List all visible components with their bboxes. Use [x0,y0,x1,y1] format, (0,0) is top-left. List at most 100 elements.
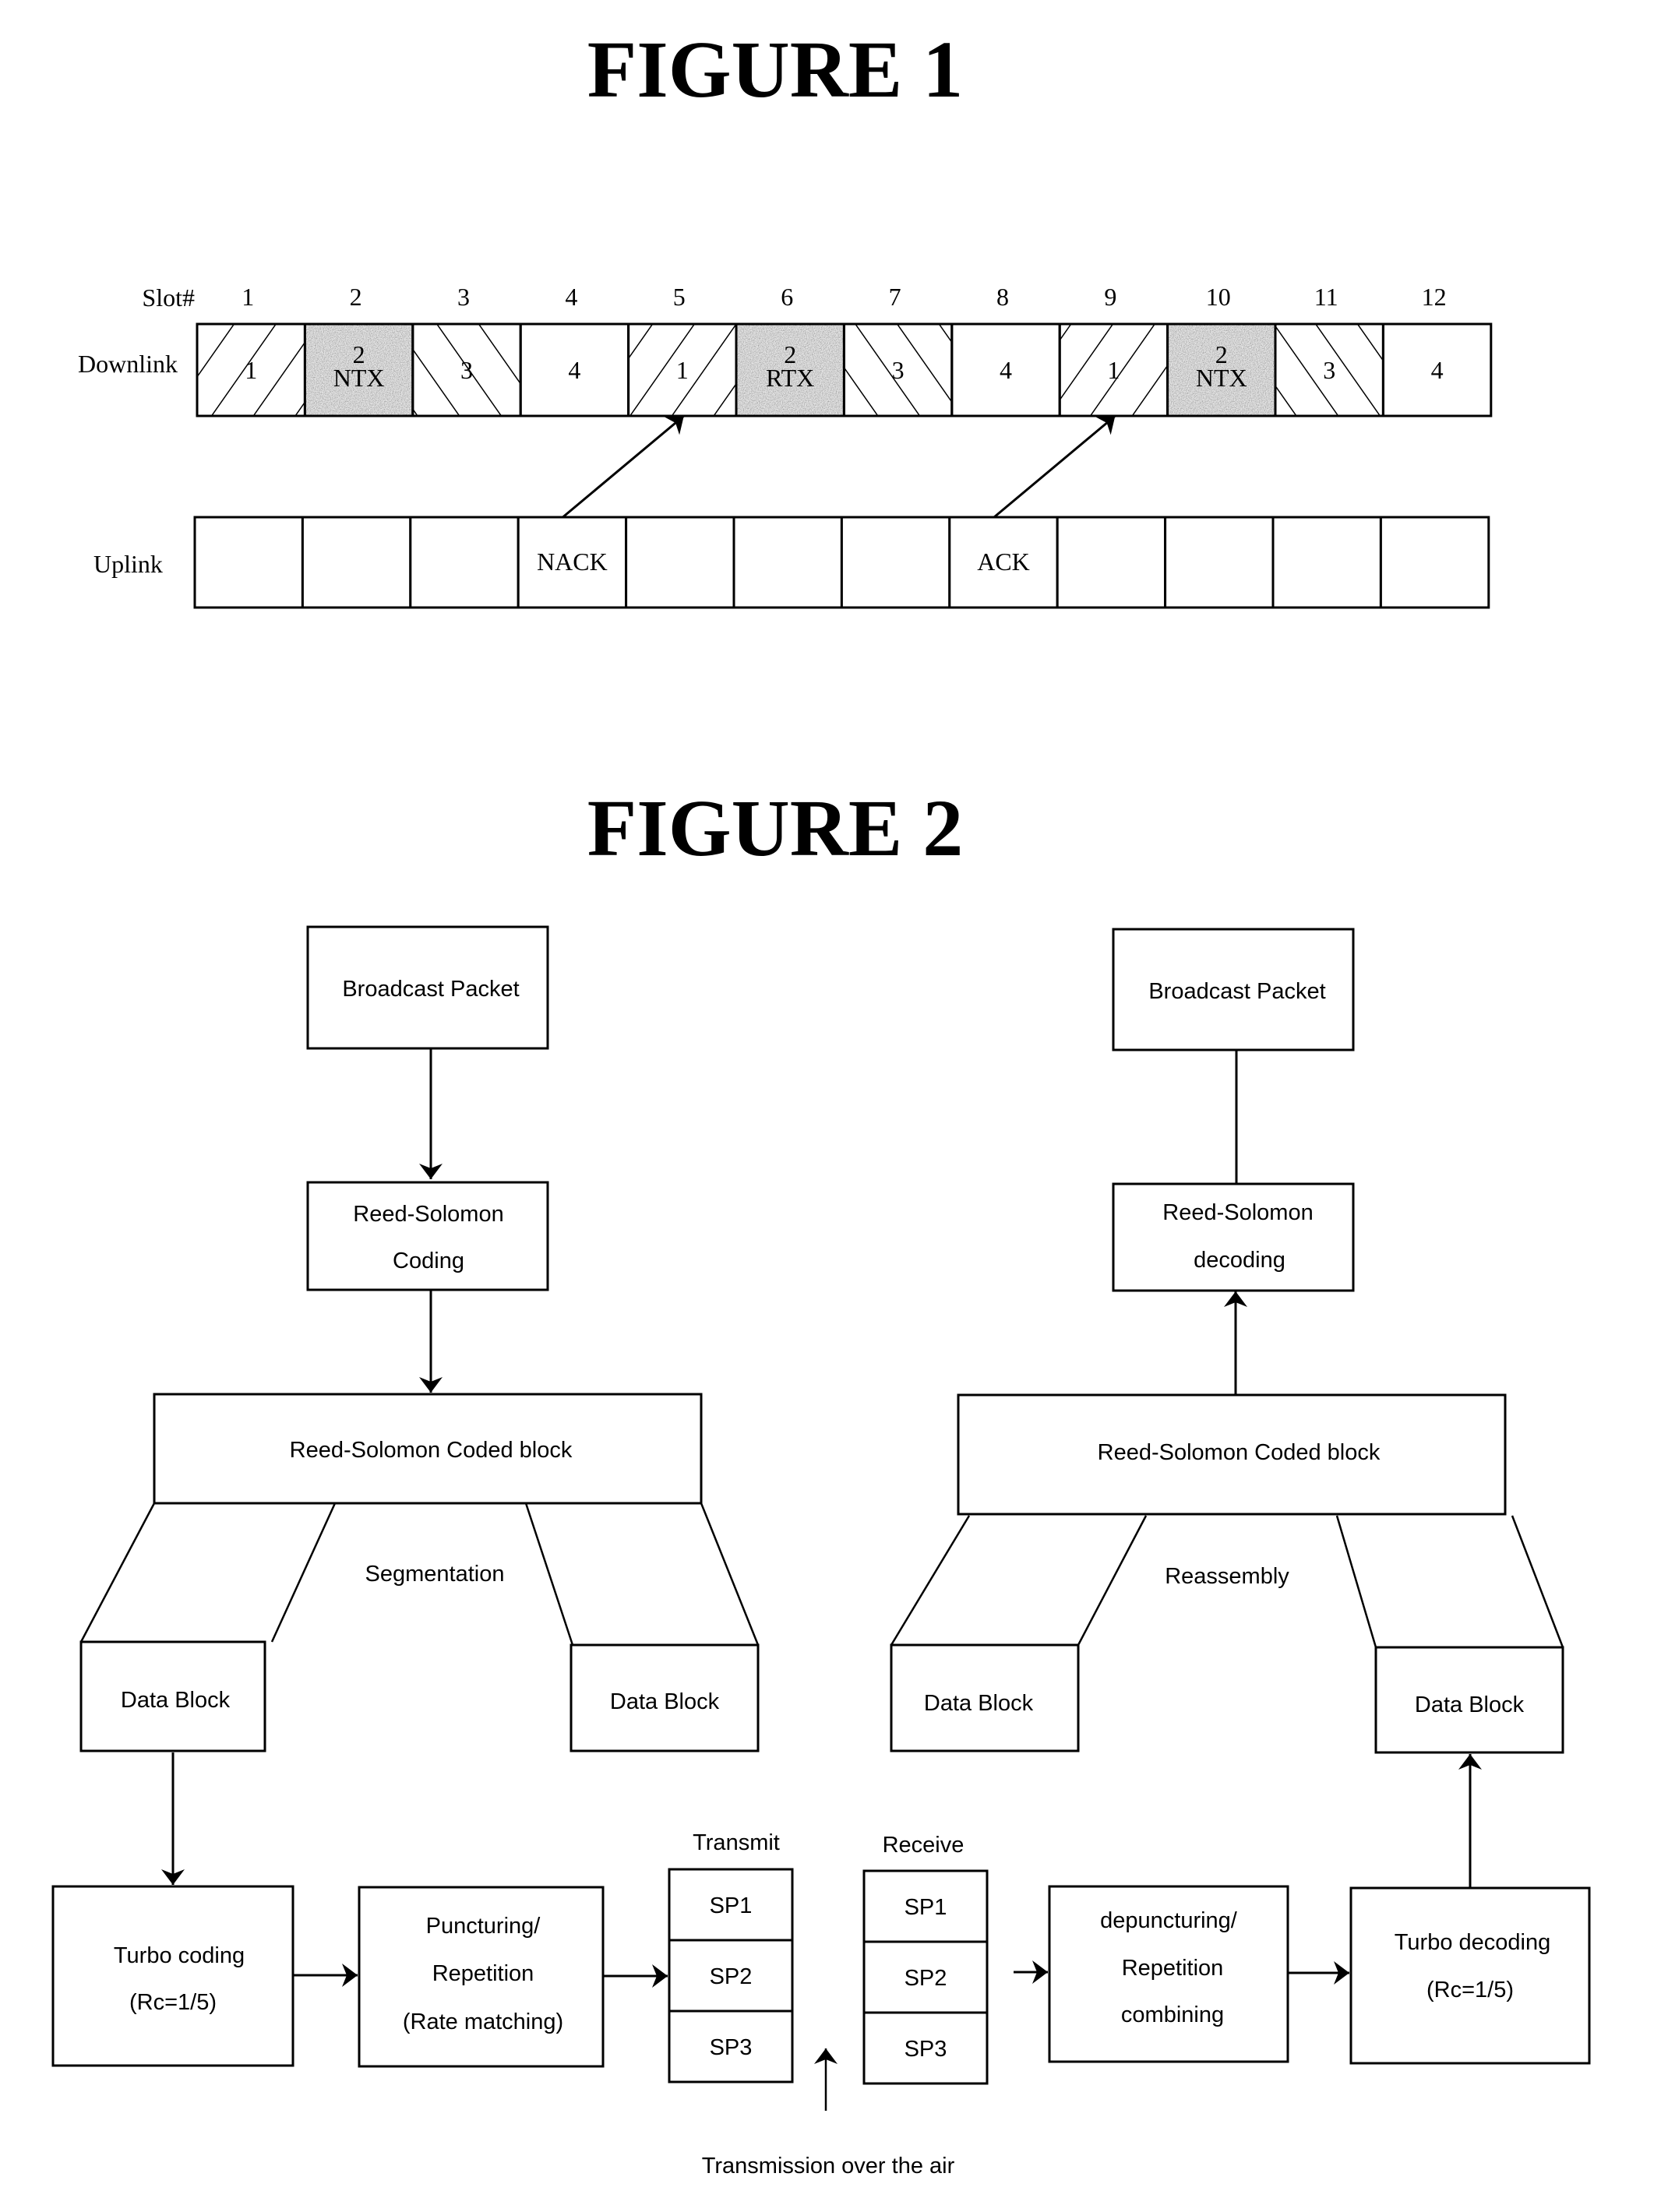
turbo-decoding-line2: (Rc=1/5) [1426,1978,1514,2002]
rs-decoding-box: Reed-Solomon decoding [1112,1182,1355,1292]
turbo-coding-line2: (Rc=1/5) [129,1990,217,2015]
reassembly-edge [890,1515,971,1646]
uplink-slot [301,516,412,609]
downlink-packet-number: 3 [1323,356,1335,384]
segmentation-label: Segmentation [365,1562,505,1587]
receive-subpacket: SP2 [862,1940,989,2014]
downlink-packet-number: 1 [1107,356,1120,384]
feedback-arrows [562,414,1116,519]
receive-subpacket: SP3 [862,2011,989,2085]
downlink-packet-number: 1 [245,356,257,384]
receiver-chain: Receive SP1 SP2 SP3 depuncturing/ Repetiti… [862,928,1591,2085]
figure-1-title: FIGURE 1 [587,25,963,114]
downlink-label: Downlink [78,350,178,378]
tx-broadcast-packet-box: Broadcast Packet [306,925,549,1050]
tx-data-block-right: Data Block [570,1643,760,1752]
segmentation-edge [700,1502,760,1646]
reassembly-edge [1077,1515,1148,1646]
depuncturing-line1: depuncturing/ [1100,1908,1238,1933]
receive-subpacket-label: SP3 [905,2037,947,2062]
uplink-slot [732,516,843,609]
segmentation-edge [270,1502,337,1643]
rs-coding-line2: Coding [393,1249,464,1273]
downlink-packet-number: 1 [676,356,689,384]
slot-number: 8 [996,283,1009,311]
downlink-packet-number: 4 [1431,356,1444,384]
uplink-slot [1164,516,1275,609]
feedback-arrow-icon [562,414,685,519]
turbo-coding-box: Turbo coding (Rc=1/5) [51,1885,294,2067]
rx-broadcast-packet-label: Broadcast Packet [1148,979,1325,1004]
slot-number-row: 1 2 3 4 5 6 7 8 9 10 11 12 [242,283,1446,311]
slot-number: 7 [889,283,901,311]
uplink-slot [1056,516,1167,609]
rx-data-block-right: Data Block [1374,1646,1564,1754]
transmit-subpacket-label: SP3 [710,2035,753,2060]
reassembly-edge [1511,1515,1564,1648]
downlink-slot: 1 [1058,322,1169,417]
slot-number: 6 [781,283,793,311]
downlink-slot: 3 [411,322,522,417]
reassembly-label: Reassembly [1165,1564,1289,1589]
tx-rs-coded-block: Reed-Solomon Coded block [153,1393,703,1505]
rx-rs-coded-block: Reed-Solomon Coded block [957,1393,1507,1516]
rs-coding-box: Reed-Solomon Coding [306,1181,549,1291]
downlink-tx-type: NTX [333,364,385,392]
slot-number: 3 [457,283,470,311]
downlink-packet-number: 4 [568,356,580,384]
figure-2: FIGURE 2 Broadcast Packet Reed-Solomon C… [51,784,1591,2179]
uplink-feedback-label: NACK [537,548,608,576]
transmit-subpacket-label: SP2 [710,1964,753,1989]
rs-decoding-line1: Reed-Solomon [1162,1200,1313,1225]
patent-figure-sheet: FIGURE 1 Slot# 1 2 3 4 5 6 7 8 9 10 11 12 Downlink … [51,25,1591,2179]
tx-broadcast-packet-label: Broadcast Packet [342,977,519,1002]
slot-number: 11 [1314,283,1338,311]
turbo-coding-line1: Turbo coding [114,1943,245,1968]
transmit-subpacket-stack: SP1 SP2 SP3 [668,1868,794,2083]
downlink-tx-type: RTX [766,364,814,392]
figure-1: FIGURE 1 Slot# 1 2 3 4 5 6 7 8 9 10 11 12 Downlink … [78,25,1493,609]
slot-number: 10 [1206,283,1231,311]
uplink-label: Uplink [93,550,163,578]
uplink-feedback-label: ACK [977,548,1030,576]
segmentation-edge [79,1502,156,1643]
slot-number: 2 [350,283,362,311]
transmitter-chain: Broadcast Packet Reed-Solomon Coding Ree… [51,925,794,2083]
receive-label: Receive [883,1833,964,1858]
uplink-slot [409,516,520,609]
downlink-tx-type: NTX [1196,364,1247,392]
slot-number: 9 [1104,283,1116,311]
reassembly-edge [1335,1515,1377,1648]
downlink-slot: 2NTX [303,322,414,417]
downlink-packet-number: 4 [1000,356,1012,384]
receive-subpacket-label: SP1 [905,1895,947,1920]
receive-subpacket: SP1 [862,1869,989,1943]
depuncturing-box: depuncturing/ Repetition combining [1048,1885,1289,2063]
rx-rs-coded-block-label: Reed-Solomon Coded block [1098,1440,1381,1465]
transmission-over-air-label: Transmission over the air [702,2154,955,2179]
downlink-slot: 4 [1381,322,1493,417]
rx-data-block-left-label: Data Block [924,1691,1034,1716]
receive-subpacket-stack: SP1 SP2 SP3 [862,1869,989,2085]
tx-data-block-right-label: Data Block [610,1689,720,1714]
downlink-slot: 3 [1274,322,1384,417]
uplink-slot [1271,516,1382,609]
puncturing-box: Puncturing/ Repetition (Rate matching) [358,1886,605,2068]
uplink-slot [840,516,951,609]
feedback-arrow-icon [993,414,1116,519]
rx-data-block-right-label: Data Block [1415,1692,1525,1717]
downlink-slot: 4 [519,322,630,417]
figure-2-title: FIGURE 2 [587,784,963,873]
turbo-decoding-box: Turbo decoding (Rc=1/5) [1349,1886,1591,2065]
tx-data-block-left: Data Block [79,1640,266,1752]
puncturing-line3: (Rate matching) [403,2009,563,2034]
uplink-slot [625,516,735,609]
uplink-slot [193,516,304,609]
uplink-slot: NACK [517,516,628,609]
receive-subpacket-label: SP2 [905,1966,947,1991]
slot-number-label: Slot# [142,284,195,312]
slot-number: 5 [673,283,686,311]
rs-decoding-line2: decoding [1194,1248,1285,1273]
tx-data-block-left-label: Data Block [121,1688,231,1713]
downlink-slot: 2NTX [1166,322,1277,417]
